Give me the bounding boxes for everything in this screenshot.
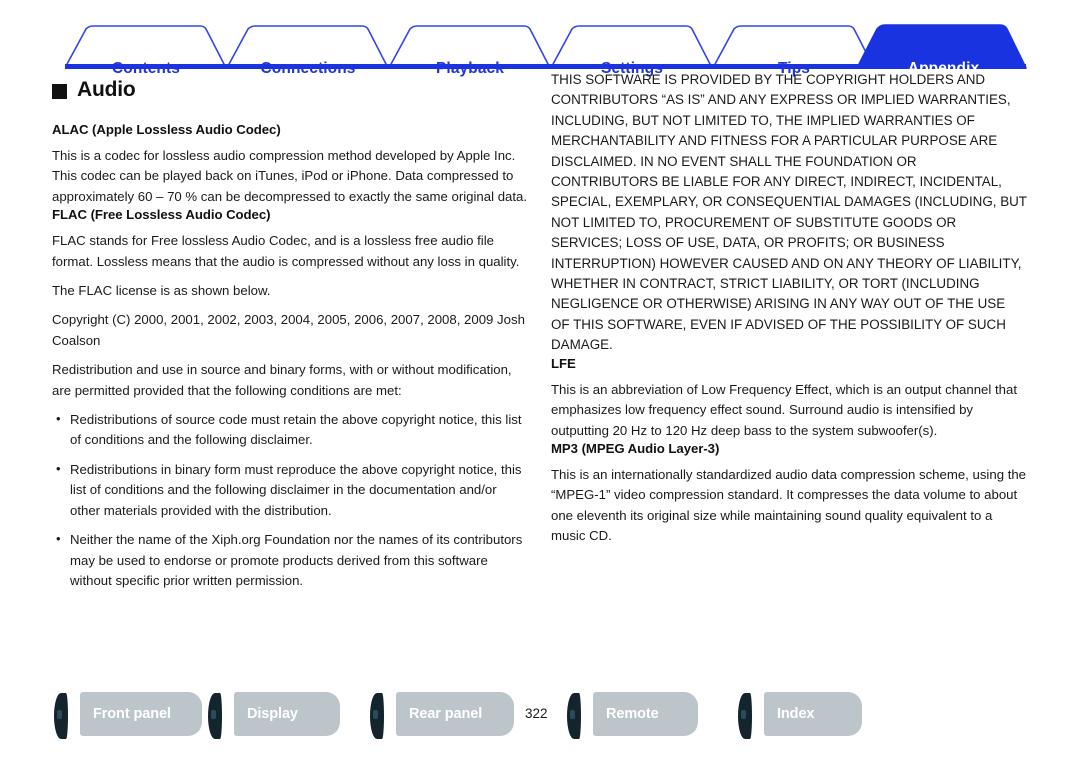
list-item: Redistributions in binary form must repr… xyxy=(52,459,528,521)
section-flac-paragraph-4: Redistribution and use in source and bin… xyxy=(52,362,512,398)
bookmark-tab-icon xyxy=(738,693,752,739)
top-tab-bar: Contents Connections Playback Settings T… xyxy=(0,22,1080,77)
page-number: 322 xyxy=(525,706,548,721)
bookmark-tab-icon xyxy=(208,693,222,739)
bookmark-tab-icon xyxy=(567,693,581,739)
page-title: Audio xyxy=(52,78,528,102)
section-alac: ALAC (Apple Lossless Audio Codec) This i… xyxy=(52,122,528,207)
footer-button-index-label: Index xyxy=(764,692,862,736)
section-heading-flac: FLAC (Free Lossless Audio Codec) xyxy=(52,207,271,223)
square-bullet-icon xyxy=(52,83,67,99)
section-flac: FLAC (Free Lossless Audio Codec) FLAC st… xyxy=(52,207,528,591)
list-item: Redistributions of source code must reta… xyxy=(52,409,528,451)
page-content: Audio ALAC (Apple Lossless Audio Codec) … xyxy=(0,70,1080,685)
section-lfe-paragraph-1: This is an abbreviation of Low Frequency… xyxy=(551,381,1017,438)
section-flac-paragraph-3: Copyright (C) 2000, 2001, 2002, 2003, 20… xyxy=(52,312,525,348)
footer-button-front-panel-label: Front panel xyxy=(80,692,202,736)
section-heading-mp3: MP3 (MPEG Audio Layer-3) xyxy=(551,440,720,456)
section-heading-alac: ALAC (Apple Lossless Audio Codec) xyxy=(52,122,281,137)
footer-button-rear-panel-label: Rear panel xyxy=(396,692,514,736)
bookmark-tab-icon xyxy=(54,693,68,739)
section-heading-lfe: LFE xyxy=(551,355,576,371)
page-title-text: Audio xyxy=(77,78,136,101)
list-item: Neither the name of the Xiph.org Foundat… xyxy=(52,529,528,591)
section-mp3-paragraph-1: This is an internationally standardized … xyxy=(551,466,1027,544)
right-column: THIS SOFTWARE IS PROVIDED BY THE COPYRIG… xyxy=(551,70,1027,547)
section-alac-paragraph-1: This is a codec for lossless audio compr… xyxy=(52,148,528,204)
section-lfe: LFE This is an abbreviation of Low Frequ… xyxy=(551,356,1027,441)
section-mp3: MP3 (MPEG Audio Layer-3) This is an inte… xyxy=(551,441,1027,547)
footer-button-remote-label: Remote xyxy=(593,692,698,736)
footer-navigation: Front panel Display Rear panel 322 Remot… xyxy=(0,688,1080,750)
section-flac-paragraph-2: The FLAC license is as shown below. xyxy=(52,283,271,299)
footer-button-display-label: Display xyxy=(234,692,340,736)
left-column: Audio ALAC (Apple Lossless Audio Codec) … xyxy=(52,70,528,600)
bookmark-tab-icon xyxy=(370,693,384,739)
section-flac-paragraph-1: FLAC stands for Free lossless Audio Code… xyxy=(52,233,520,269)
flac-conditions-list: Redistributions of source code must reta… xyxy=(52,409,528,591)
flac-disclaimer-text: THIS SOFTWARE IS PROVIDED BY THE COPYRIG… xyxy=(551,72,1027,353)
